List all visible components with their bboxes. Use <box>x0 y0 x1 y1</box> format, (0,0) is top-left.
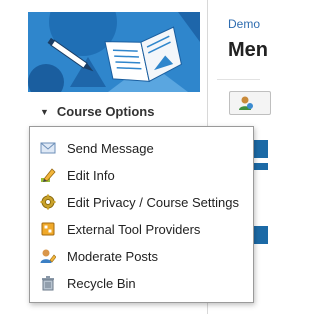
menu-item-label: Edit Info <box>67 168 115 183</box>
header-divider <box>217 79 260 80</box>
page: ▼ Course Options Demo Men Send Message E… <box>0 0 271 314</box>
caret-down-icon: ▼ <box>40 106 49 117</box>
menu-item-recycle-bin[interactable]: Recycle Bin <box>30 270 253 297</box>
menu-item-moderate-posts[interactable]: Moderate Posts <box>30 243 253 270</box>
menu-item-label: Send Message <box>67 141 154 156</box>
pencil-icon <box>40 167 56 183</box>
breadcrumb-link[interactable]: Demo <box>228 17 260 31</box>
course-options-menu: Send Message Edit Info Edit Privacy / Co… <box>29 126 254 303</box>
menu-item-label: External Tool Providers <box>67 222 201 237</box>
course-options-label: Course Options <box>56 104 155 119</box>
add-user-icon <box>238 95 254 116</box>
menu-item-send-message[interactable]: Send Message <box>30 135 253 162</box>
course-banner-image <box>28 12 200 92</box>
envelope-icon <box>40 140 56 156</box>
add-user-button[interactable] <box>229 91 271 115</box>
recycle-bin-icon <box>40 275 56 291</box>
page-title: Men <box>228 39 268 61</box>
menu-item-label: Recycle Bin <box>67 276 136 291</box>
user-edit-icon <box>40 248 57 264</box>
menu-item-label: Edit Privacy / Course Settings <box>67 195 239 210</box>
menu-item-label: Moderate Posts <box>67 249 159 264</box>
course-options-toggle[interactable]: ▼ Course Options <box>40 104 154 119</box>
menu-item-edit-info[interactable]: Edit Info <box>30 162 253 189</box>
gear-icon <box>40 194 56 210</box>
puzzle-icon <box>40 221 56 237</box>
menu-item-edit-privacy-course-settings[interactable]: Edit Privacy / Course Settings <box>30 189 253 216</box>
menu-item-external-tool-providers[interactable]: External Tool Providers <box>30 216 253 243</box>
